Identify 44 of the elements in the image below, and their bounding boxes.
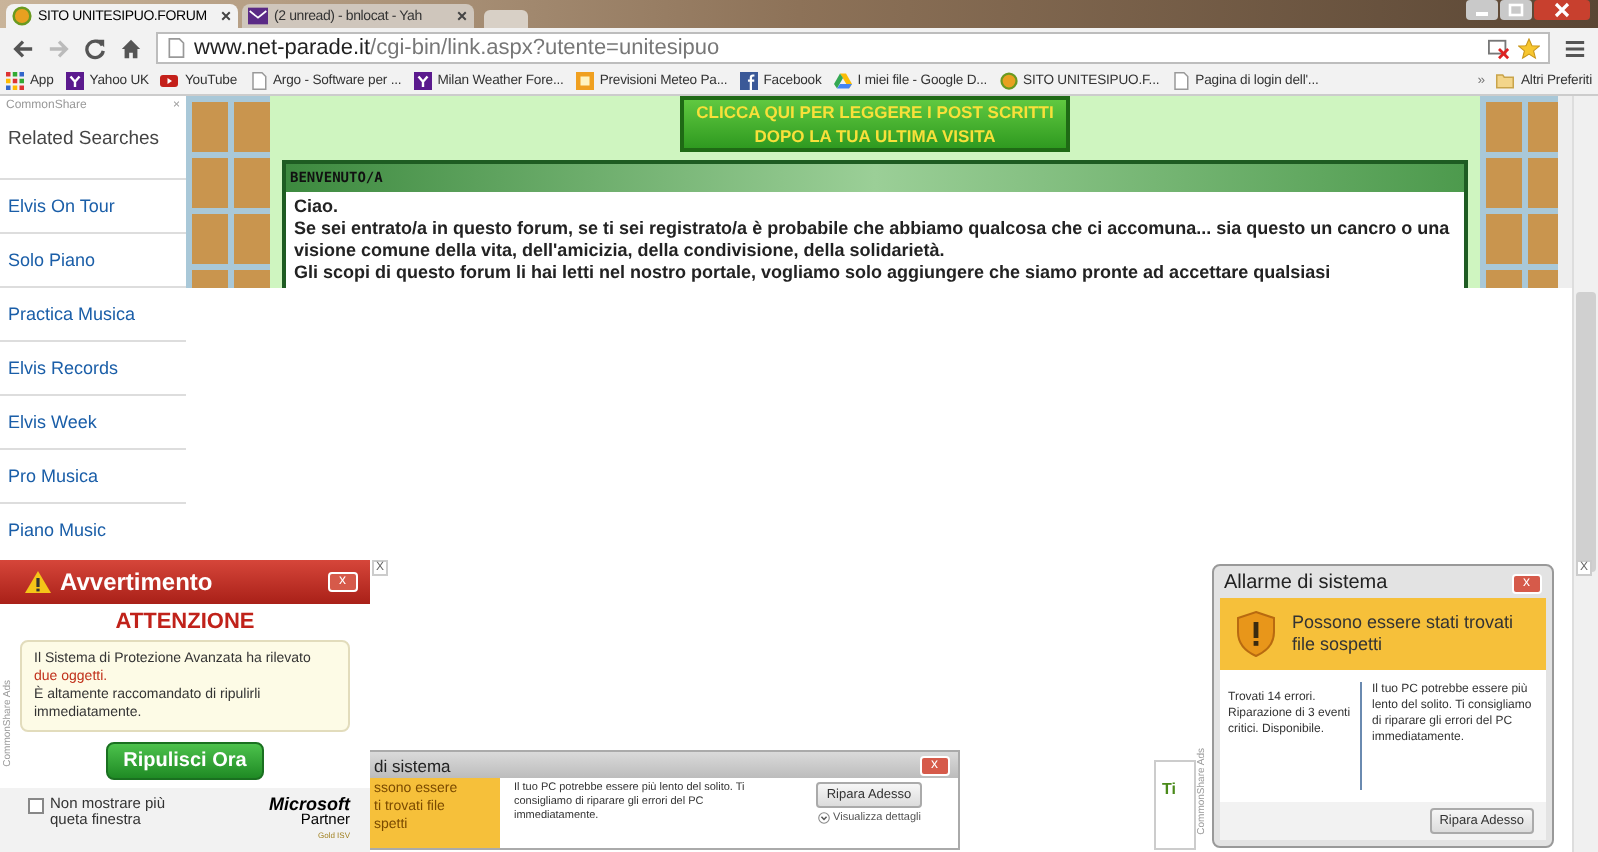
folder-icon bbox=[1496, 72, 1515, 90]
close-icon[interactable] bbox=[456, 10, 468, 22]
star-icon[interactable] bbox=[1518, 37, 1540, 59]
play-icon bbox=[160, 72, 179, 90]
grid-icon bbox=[6, 72, 24, 90]
url-text: www.net-parade.it/cgi-bin/link.aspx?utente=unitesipuo bbox=[194, 36, 720, 60]
triangle-icon bbox=[833, 72, 852, 90]
page-icon bbox=[166, 38, 186, 58]
checkbox[interactable] bbox=[28, 798, 44, 814]
menu-icon[interactable] bbox=[1564, 37, 1586, 59]
reload-icon[interactable] bbox=[84, 37, 106, 59]
scrollbar[interactable] bbox=[1572, 96, 1598, 852]
page-icon bbox=[249, 72, 267, 90]
circle-icon bbox=[999, 72, 1018, 90]
ad-title: di sistema bbox=[374, 755, 451, 775]
chevron-down-icon bbox=[817, 812, 830, 824]
alert-headline: Possono essere stati trovati file sospetti bbox=[1292, 612, 1516, 656]
ad-title: Allarme di sistema bbox=[1224, 572, 1388, 594]
close-icon[interactable] bbox=[220, 10, 232, 22]
square-icon bbox=[575, 72, 594, 90]
restore-icon[interactable] bbox=[1500, 0, 1532, 20]
ad-heading: ATTENZIONE bbox=[115, 610, 255, 634]
circle-icon bbox=[12, 6, 32, 26]
square-icon bbox=[413, 72, 432, 90]
square-icon bbox=[739, 72, 758, 90]
warning-icon bbox=[24, 570, 52, 594]
square-icon bbox=[65, 72, 84, 90]
shield-icon bbox=[1236, 610, 1276, 658]
section-heading: Related Searches bbox=[6, 126, 162, 154]
paragraph-text: Gli scopi di questo forum li hai letti nel nostro portale, vogliamo solo aggiungere che siamo pronte ad accettare qualsiasi bbox=[294, 262, 1333, 284]
paragraph-text: Se sei entrato/a in questo forum, se ti sei registrato/a è probabile che abbiamo qualcosa che ci accomuna... sia questo un cancro o una visione comune della vita, dell'amicizia, della condivisione, della solidarietà. bbox=[294, 218, 1452, 262]
minimize-icon[interactable] bbox=[1466, 0, 1498, 20]
blocked-popup-icon[interactable] bbox=[1488, 37, 1510, 59]
page-icon bbox=[1171, 72, 1190, 90]
close-icon[interactable] bbox=[1534, 0, 1590, 20]
back-icon[interactable] bbox=[12, 37, 34, 59]
scrollbar[interactable] bbox=[1558, 96, 1572, 288]
envelope-icon bbox=[248, 6, 268, 26]
home-icon[interactable] bbox=[120, 37, 142, 59]
ad-title: Avvertimento bbox=[60, 568, 215, 596]
paragraph-text: Ciao. bbox=[294, 196, 341, 218]
scrollbar-thumb[interactable] bbox=[1576, 292, 1596, 572]
address-bar[interactable]: www.net-parade.it/cgi-bin/link.aspx?utente=unitesipuo bbox=[156, 32, 1550, 64]
ad-text: Ti bbox=[1162, 780, 1176, 798]
